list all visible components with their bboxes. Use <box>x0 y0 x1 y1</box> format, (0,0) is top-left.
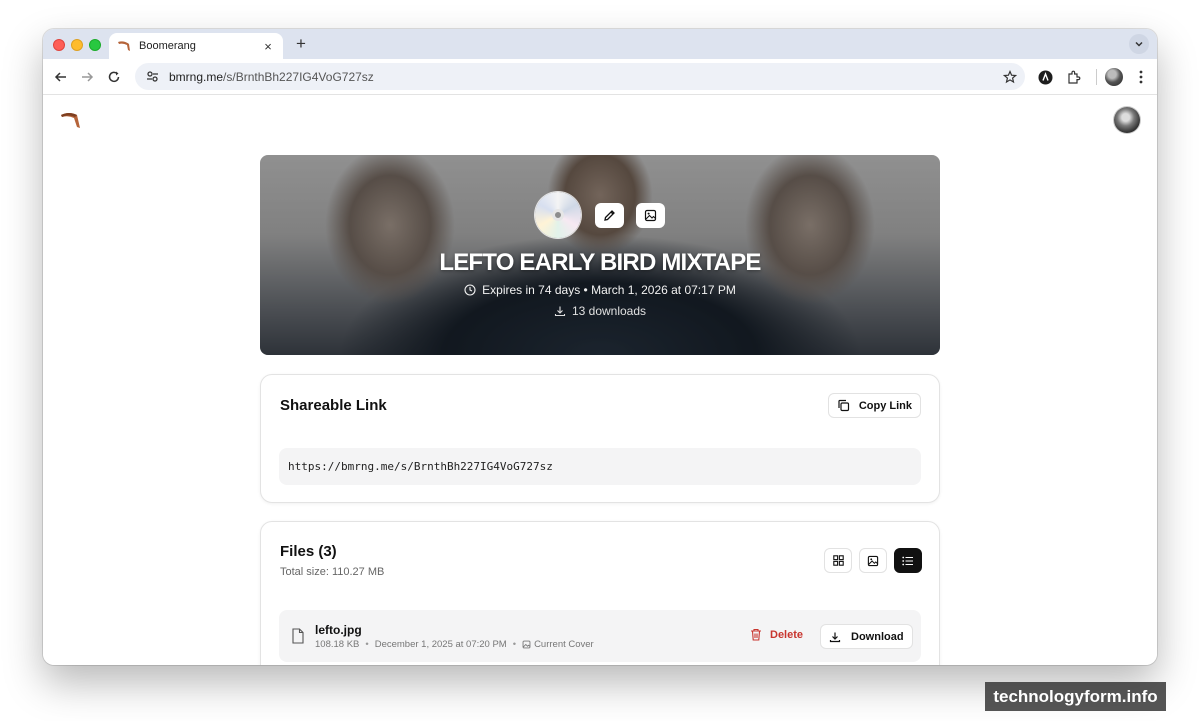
minimize-window-button[interactable] <box>71 39 83 51</box>
gallery-view-button[interactable] <box>859 548 887 573</box>
tab-boomerang[interactable]: Boomerang × <box>109 33 283 59</box>
clock-icon <box>464 284 476 296</box>
toolbar-divider <box>1096 69 1097 85</box>
copy-icon <box>838 399 849 412</box>
share-link-field[interactable]: https://bmrng.me/s/BrnthBh227IG4VoG727sz <box>279 448 921 485</box>
site-settings-icon[interactable] <box>143 68 161 86</box>
bookmark-star-icon[interactable] <box>1001 68 1019 86</box>
delete-button[interactable]: Delete <box>750 628 803 641</box>
cd-disc-icon <box>535 192 581 238</box>
file-icon <box>291 628 305 644</box>
file-meta: 108.18 KB • December 1, 2025 at 07:20 PM… <box>315 639 594 650</box>
expiry-text: Expires in 74 days • March 1, 2026 at 07… <box>482 283 736 297</box>
file-name: lefto.jpg <box>315 623 362 637</box>
delete-label: Delete <box>770 628 804 641</box>
shareable-link-card: Shareable Link Copy Link https://bmrng.m… <box>260 374 940 503</box>
extension-a-icon[interactable] <box>1036 68 1054 86</box>
forward-arrow-icon[interactable] <box>78 68 96 86</box>
copy-link-button[interactable]: Copy Link <box>827 393 921 418</box>
watermark: technologyform.info <box>985 682 1166 711</box>
tab-bar: Boomerang × + <box>43 29 1157 59</box>
meta-separator: • <box>365 639 369 650</box>
url-path: /s/BrnthBh227IG4VoG727sz <box>223 69 374 84</box>
file-date: December 1, 2025 at 07:20 PM <box>374 639 507 650</box>
change-cover-button[interactable] <box>636 202 665 228</box>
tab-title: Boomerang <box>139 40 196 52</box>
meta-separator: • <box>512 639 517 650</box>
file-size: 108.18 KB <box>315 639 360 650</box>
disc-hole <box>552 209 564 221</box>
files-card: Files (3) Total size: 110.27 MB lefto.jp… <box>260 521 940 665</box>
extensions-puzzle-icon[interactable] <box>1064 68 1082 86</box>
files-title: Files (3) <box>280 543 337 560</box>
edit-button[interactable] <box>595 202 624 228</box>
download-icon <box>829 632 841 642</box>
download-button[interactable]: Download <box>820 624 913 649</box>
hero-controls <box>260 192 940 238</box>
grid-view-button[interactable] <box>824 548 852 573</box>
list-view-button[interactable] <box>894 548 922 573</box>
url-domain: bmrng.me <box>169 69 224 84</box>
shareable-link-title: Shareable Link <box>280 397 387 414</box>
total-size: Total size: 110.27 MB <box>280 566 385 578</box>
browser-toolbar: bmrng.me/s/BrnthBh227IG4VoG727sz <box>43 59 1157 95</box>
maximize-window-button[interactable] <box>89 39 101 51</box>
url-text: bmrng.me/s/BrnthBh227IG4VoG727sz <box>169 70 374 84</box>
tab-search-chevron-icon[interactable] <box>1129 34 1149 54</box>
page-content: LEFTO EARLY BIRD MIXTAPE Expires in 74 d… <box>43 95 1157 665</box>
download-label: Download <box>851 630 904 643</box>
image-icon <box>644 209 657 221</box>
list-icon <box>902 556 913 565</box>
reload-icon[interactable] <box>105 68 123 86</box>
trash-icon <box>751 628 761 641</box>
new-tab-button[interactable]: + <box>291 34 311 54</box>
download-icon <box>554 306 566 317</box>
image-icon <box>867 555 879 566</box>
pencil-icon <box>604 209 615 221</box>
grid-icon <box>832 555 844 566</box>
file-row[interactable]: lefto.jpg 108.18 KB • December 1, 2025 a… <box>279 610 921 662</box>
download-count: 13 downloads <box>260 304 940 318</box>
share-hero-cover: LEFTO EARLY BIRD MIXTAPE Expires in 74 d… <box>260 155 940 355</box>
browser-window: Boomerang × + bmrng.me/s/BrnthBh227IG4Vo… <box>43 29 1157 665</box>
user-avatar[interactable] <box>1114 107 1140 133</box>
browser-profile-avatar[interactable] <box>1105 68 1123 86</box>
close-window-button[interactable] <box>53 39 65 51</box>
current-cover-label: Current Cover <box>534 639 594 650</box>
download-count-text: 13 downloads <box>571 304 647 318</box>
back-arrow-icon[interactable] <box>52 68 70 86</box>
image-icon <box>522 640 531 649</box>
address-bar[interactable]: bmrng.me/s/BrnthBh227IG4VoG727sz <box>135 63 1025 90</box>
boomerang-favicon-icon <box>117 39 131 53</box>
copy-link-label: Copy Link <box>858 399 912 412</box>
tab-close-icon[interactable]: × <box>261 39 275 54</box>
more-menu-icon[interactable] <box>1132 68 1150 86</box>
expiry-info: Expires in 74 days • March 1, 2026 at 07… <box>260 283 940 297</box>
current-cover-badge: Current Cover <box>522 639 594 650</box>
share-title: LEFTO EARLY BIRD MIXTAPE <box>439 249 761 276</box>
boomerang-logo-icon[interactable] <box>59 111 83 131</box>
